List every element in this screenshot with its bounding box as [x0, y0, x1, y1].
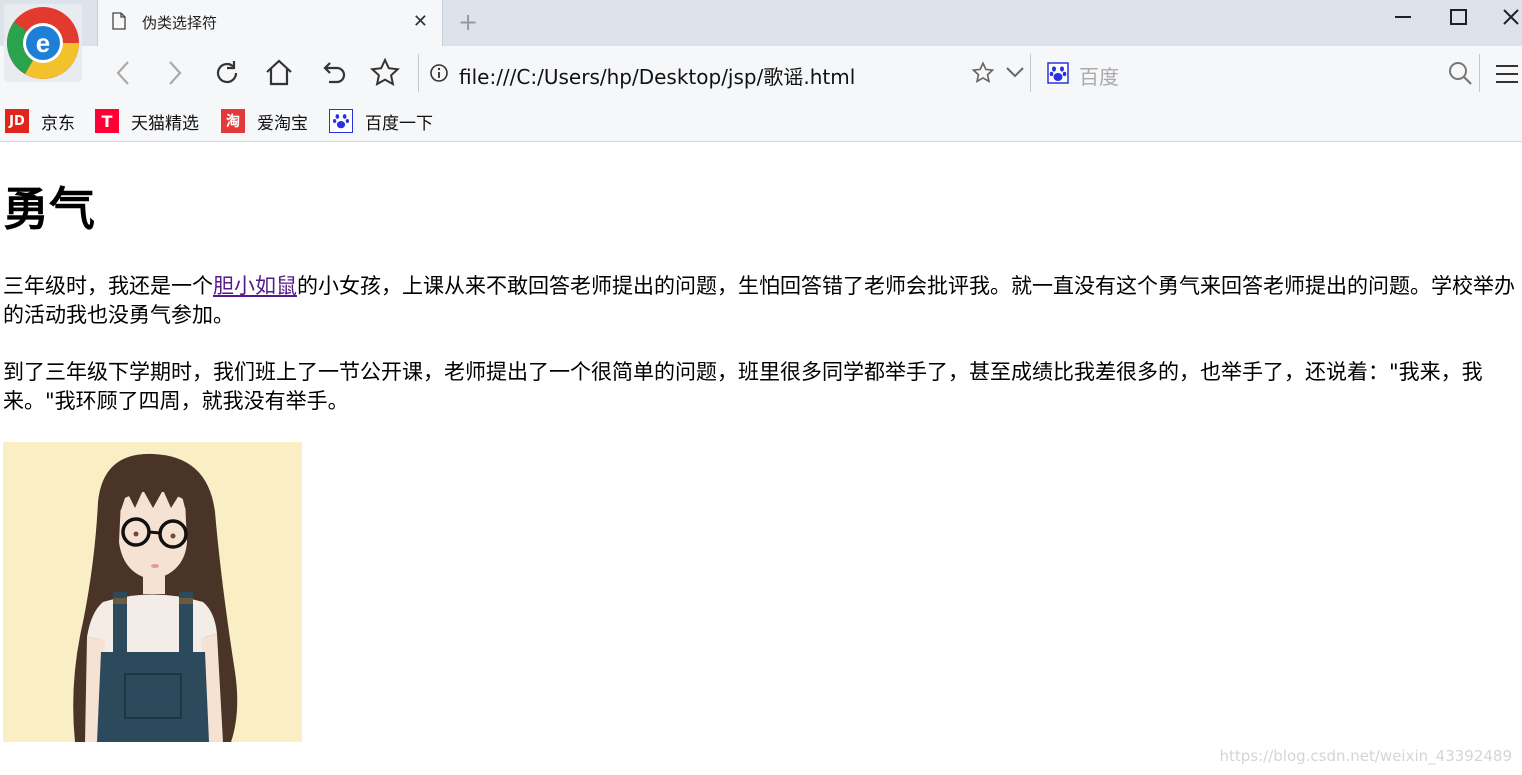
bookmark-star-icon[interactable]	[971, 61, 995, 89]
info-icon[interactable]	[429, 63, 449, 87]
back-icon[interactable]	[106, 56, 140, 90]
active-tab[interactable]: 伪类选择符 ✕	[97, 0, 443, 46]
tab-bar: 伪类选择符 ✕ +	[0, 0, 1522, 46]
page-heading: 勇气	[3, 182, 95, 236]
search-input[interactable]: 百度	[1079, 61, 1119, 90]
link-danxiaorushu[interactable]: 胆小如鼠	[213, 274, 297, 298]
bookmark-label: 京东	[41, 113, 75, 134]
bookmark-label: 爱淘宝	[257, 113, 308, 134]
chevron-down-icon[interactable]	[1005, 64, 1025, 84]
maximize-icon[interactable]	[1434, 0, 1484, 34]
baidu-engine-icon[interactable]	[1047, 62, 1069, 84]
minimize-icon[interactable]	[1378, 0, 1428, 34]
girl-illustration-image	[3, 442, 302, 742]
address-url[interactable]: file:///C:/Users/hp/Desktop/jsp/歌谣.html	[459, 61, 855, 90]
page-icon	[112, 12, 126, 34]
tmall-icon: T	[95, 109, 119, 133]
paragraph-1: 三年级时，我还是一个胆小如鼠的小女孩，上课从来不敢回答老师提出的问题，生怕回答错…	[3, 272, 1519, 330]
tab-title: 伪类选择符	[142, 14, 218, 32]
bookmark-tmall[interactable]: T 天猫精选	[95, 109, 199, 134]
search-icon[interactable]	[1447, 60, 1473, 90]
close-window-icon[interactable]	[1486, 0, 1522, 34]
bookmark-label: 天猫精选	[131, 113, 199, 134]
svg-text:e: e	[36, 28, 50, 58]
taobao-icon: 淘	[221, 109, 245, 133]
bookmark-jd[interactable]: JD 京东	[5, 109, 75, 134]
paragraph-1-start: 三年级时，我还是一个	[3, 274, 213, 298]
browser-logo-icon: e	[4, 4, 82, 82]
watermark: https://blog.csdn.net/weixin_43392489	[1219, 747, 1512, 765]
undo-close-tab-icon[interactable]	[316, 56, 350, 90]
reload-icon[interactable]	[210, 56, 244, 90]
close-tab-icon[interactable]: ✕	[413, 11, 428, 32]
navigation-toolbar: file:///C:/Users/hp/Desktop/jsp/歌谣.html …	[0, 46, 1522, 100]
bookmark-taobao[interactable]: 淘 爱淘宝	[221, 109, 308, 134]
jd-icon: JD	[5, 109, 29, 133]
address-bar[interactable]: file:///C:/Users/hp/Desktop/jsp/歌谣.html	[418, 54, 1031, 92]
new-tab-icon[interactable]: +	[458, 8, 478, 36]
paragraph-2: 到了三年级下学期时，我们班上了一节公开课，老师提出了一个很简单的问题，班里很多同…	[3, 360, 1483, 413]
forward-icon[interactable]	[158, 56, 192, 90]
favorites-star-icon[interactable]	[368, 56, 402, 90]
home-icon[interactable]	[262, 56, 296, 90]
bookmark-label: 百度一下	[365, 113, 433, 134]
bookmarks-bar: JD 京东 T 天猫精选 淘 爱淘宝 百度一下	[0, 100, 1522, 142]
baidu-paw-icon	[329, 109, 353, 133]
search-box[interactable]: 百度	[1030, 54, 1480, 92]
menu-icon[interactable]	[1494, 62, 1520, 90]
bookmark-baidu[interactable]: 百度一下	[329, 109, 433, 134]
